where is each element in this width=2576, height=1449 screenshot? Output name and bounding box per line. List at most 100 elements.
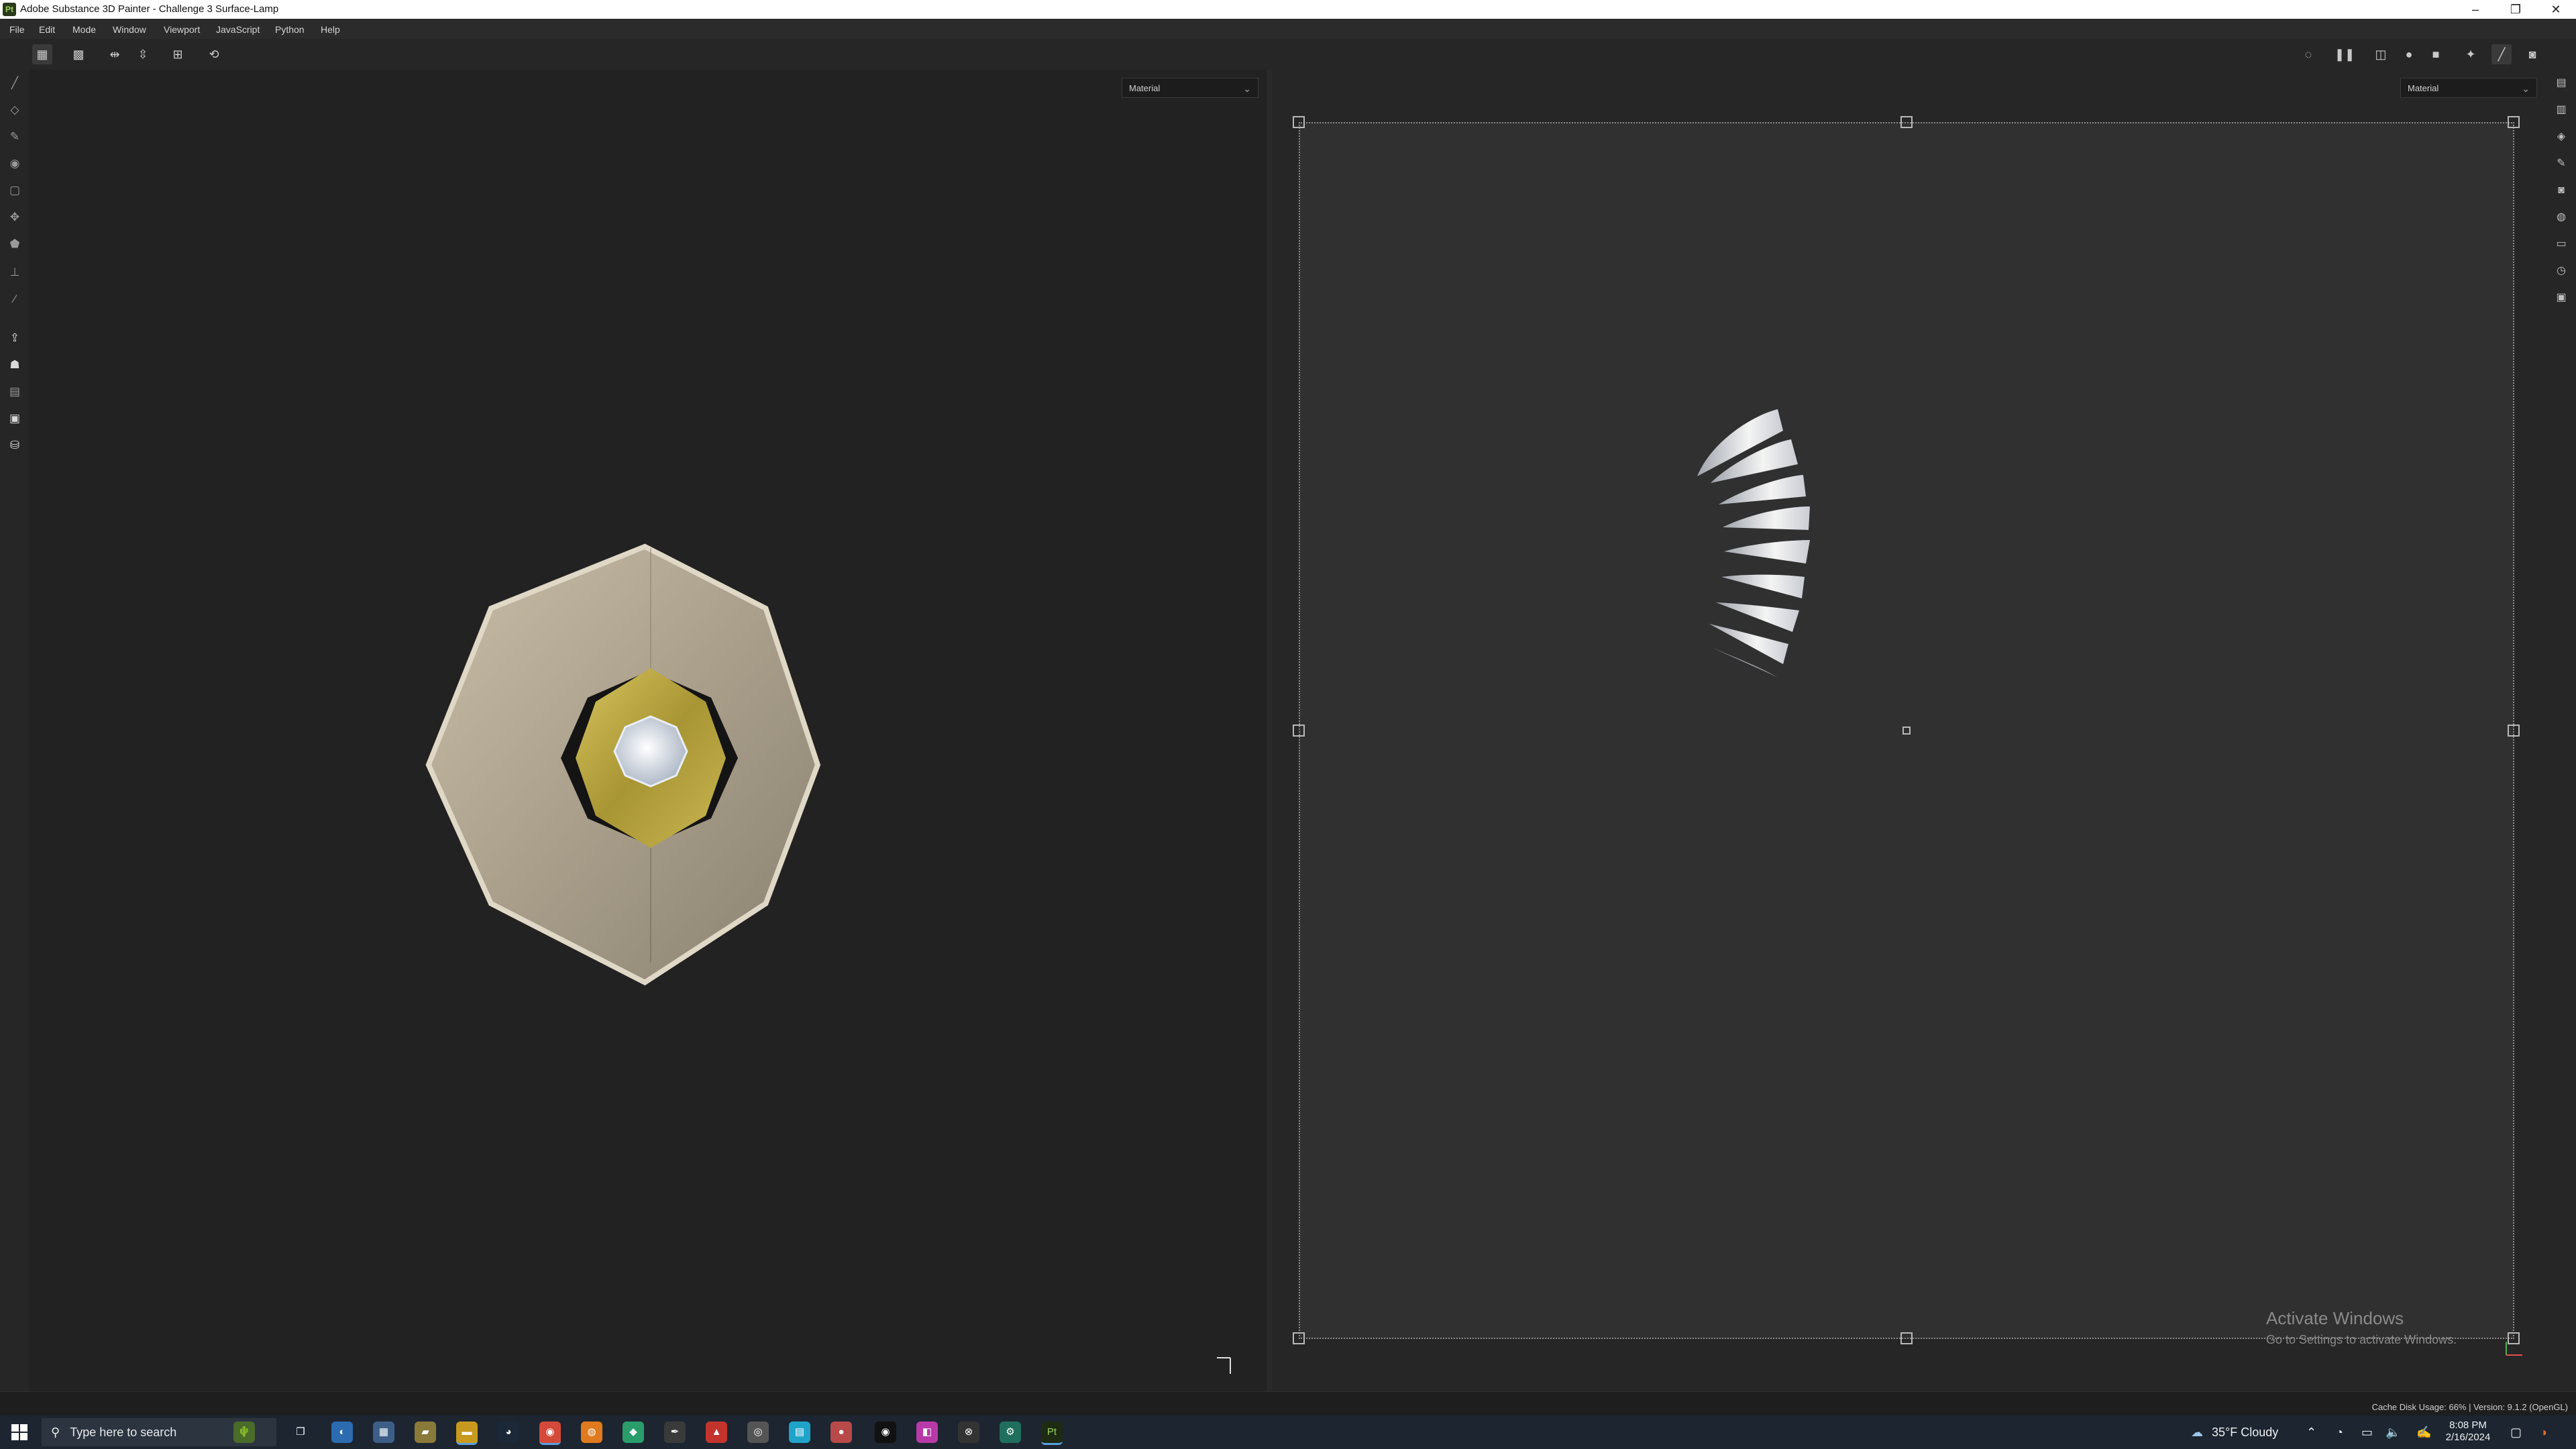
bake-icon[interactable]: ✦ <box>2461 44 2481 64</box>
channel-select-3d[interactable]: Material ⌄ <box>1122 78 1258 98</box>
channel-select-2d[interactable]: Material ⌄ <box>2400 78 2537 98</box>
history-icon[interactable]: ⟲ <box>204 44 224 64</box>
notifications-icon[interactable]: ▢ <box>2510 1415 2522 1449</box>
camera-icon[interactable]: ■ <box>2426 44 2446 64</box>
history-panel-icon[interactable]: ◷ <box>2552 262 2571 280</box>
red-app-icon[interactable]: ● <box>830 1421 852 1443</box>
volume-icon[interactable]: 🔈 <box>2385 1415 2400 1449</box>
menu-file[interactable]: File <box>9 24 25 35</box>
uv-handle-mid-right[interactable] <box>2508 724 2520 737</box>
window-title: Adobe Substance 3D Painter - Challenge 3… <box>20 3 279 15</box>
uv-handle-top-left[interactable] <box>1293 116 1305 128</box>
document-icon[interactable]: ▣ <box>5 409 24 428</box>
copilot-tray-icon[interactable]: ◑ <box>2540 1415 2547 1449</box>
add-frame-icon[interactable]: ⊞ <box>168 44 188 64</box>
search-app-icon[interactable]: ◎ <box>747 1421 769 1443</box>
brush-settings-icon[interactable]: ✎ <box>2552 154 2571 173</box>
screenshot-icon[interactable]: ◙ <box>2522 44 2542 64</box>
menu-viewport[interactable]: Viewport <box>164 24 200 35</box>
texture-set-icon[interactable]: ▤ <box>5 382 24 401</box>
folder-icon[interactable]: ▬ <box>456 1421 478 1445</box>
color-picker-icon[interactable]: ⁄ <box>5 290 24 309</box>
menu-edit[interactable]: Edit <box>39 24 55 35</box>
brush-icon[interactable]: ╱ <box>2491 44 2512 64</box>
copilot-icon[interactable]: ◐ <box>331 1421 353 1443</box>
smudge-icon[interactable]: ▢ <box>5 181 24 200</box>
bake-mesh-icon[interactable]: ☗ <box>5 356 24 374</box>
chevron-down-icon: ⌄ <box>1243 83 1251 94</box>
status-text: Cache Disk Usage: 66% | Version: 9.1.2 (… <box>2371 1402 2568 1412</box>
acrobat-icon[interactable]: ▲ <box>706 1421 727 1443</box>
minimize-button[interactable]: – <box>2455 0 2496 19</box>
uv-handle-top-right[interactable] <box>2508 116 2520 128</box>
layers-panel-icon[interactable]: ▤ <box>2552 74 2571 93</box>
menu-javascript[interactable]: JavaScript <box>216 24 260 35</box>
texture-set-panel-icon[interactable]: ▥ <box>2552 101 2571 119</box>
cloud-icon: ☁ <box>2191 1426 2203 1439</box>
stack-icon[interactable]: ◈ <box>2552 127 2571 146</box>
obs-icon[interactable]: ◉ <box>875 1421 896 1443</box>
search-highlight-icon[interactable]: 🌵 <box>233 1421 255 1443</box>
uv-handle-bottom-left[interactable] <box>1293 1332 1305 1344</box>
uv-handle-bottom-center[interactable] <box>1900 1332 1913 1344</box>
resource-icon[interactable]: ⛁ <box>5 436 24 455</box>
shelf-icon[interactable]: ▭ <box>2552 235 2571 254</box>
grid-dense-icon[interactable]: ▩ <box>68 44 89 64</box>
webstorm-icon[interactable]: ◆ <box>623 1421 644 1443</box>
menu-python[interactable]: Python <box>275 24 305 35</box>
stamp-icon[interactable]: ⊥ <box>5 263 24 282</box>
chrome-icon[interactable]: ◉ <box>539 1421 561 1445</box>
uv-split-icon[interactable]: ◫ <box>2371 44 2391 64</box>
geometry-mask-icon[interactable]: ◉ <box>5 154 24 173</box>
substance-painter-taskbar-icon[interactable]: Pt <box>1041 1421 1063 1445</box>
network-icon[interactable]: ▭ <box>2361 1415 2373 1449</box>
task-view-icon[interactable]: ❐ <box>290 1421 311 1443</box>
polygon-fill-icon[interactable]: ⬟ <box>5 235 24 254</box>
display-icon[interactable]: ◙ <box>2552 181 2571 200</box>
clone-icon[interactable]: ✥ <box>5 208 24 227</box>
tray-overflow-icon[interactable]: ⌃ <box>2306 1415 2316 1449</box>
blender-icon[interactable]: ◍ <box>581 1421 602 1443</box>
steam-icon[interactable]: ◕ <box>498 1421 519 1443</box>
lamp-3d-model[interactable] <box>416 503 899 986</box>
pause-icon[interactable]: ❚❚ <box>2334 44 2355 64</box>
paint-brush-icon[interactable]: ╱ <box>5 74 24 93</box>
mirror-y-icon[interactable]: ⇳ <box>133 44 153 64</box>
watermark-title: Activate Windows <box>2266 1308 2404 1328</box>
grid-view-icon[interactable]: ▦ <box>32 44 52 64</box>
hide-icon[interactable]: ◌ <box>2298 44 2318 64</box>
eraser-icon[interactable]: ◇ <box>5 101 24 119</box>
menu-window[interactable]: Window <box>113 24 146 35</box>
log-icon[interactable]: ▣ <box>2552 288 2571 307</box>
export-icon[interactable]: ⇪ <box>5 329 24 347</box>
viewport-divider[interactable] <box>1267 70 1272 1391</box>
inkscape-icon[interactable]: ✒ <box>664 1421 686 1443</box>
uv-handle-mid-left[interactable] <box>1293 724 1305 737</box>
menu-mode[interactable]: Mode <box>72 24 96 35</box>
clock-time: 8:08 PM <box>2449 1419 2487 1431</box>
windows-start-icon[interactable] <box>11 1424 28 1441</box>
clock[interactable]: 8:08 PM 2/16/2024 <box>2438 1415 2498 1449</box>
figma-icon[interactable]: ◧ <box>916 1421 938 1443</box>
close-button[interactable]: ✕ <box>2536 0 2576 19</box>
material-ball-icon[interactable]: ● <box>2399 44 2419 64</box>
calculator-icon[interactable]: ▦ <box>373 1421 394 1443</box>
uv-islands[interactable] <box>1690 402 1838 684</box>
viewport-3d[interactable]: Material ⌄ <box>30 70 1267 1391</box>
restore-button[interactable]: ❐ <box>2496 0 2536 19</box>
uv-handle-top-center[interactable] <box>1900 116 1913 128</box>
gear-app-icon[interactable]: ⚙ <box>1000 1421 1021 1443</box>
notes-icon[interactable]: ▤ <box>789 1421 810 1443</box>
projection-icon[interactable]: ✎ <box>5 127 24 146</box>
menu-bar: File Edit Mode Window Viewport JavaScrip… <box>0 19 2576 39</box>
file-explorer-icon[interactable]: ▰ <box>415 1421 436 1443</box>
environment-icon[interactable]: ◍ <box>2552 208 2571 227</box>
mirror-x-icon[interactable]: ⇹ <box>105 44 125 64</box>
menu-help[interactable]: Help <box>321 24 340 35</box>
xbox-icon[interactable]: ⊗ <box>958 1421 979 1443</box>
weather-text: 35°F Cloudy <box>2212 1426 2279 1439</box>
pen-icon[interactable]: ✍ <box>2416 1415 2431 1449</box>
tray-app-icon[interactable]: ◔ <box>2336 1415 2343 1449</box>
uv-handle-center[interactable] <box>1902 727 1911 735</box>
weather-widget[interactable]: ☁ 35°F Cloudy <box>2191 1415 2278 1449</box>
